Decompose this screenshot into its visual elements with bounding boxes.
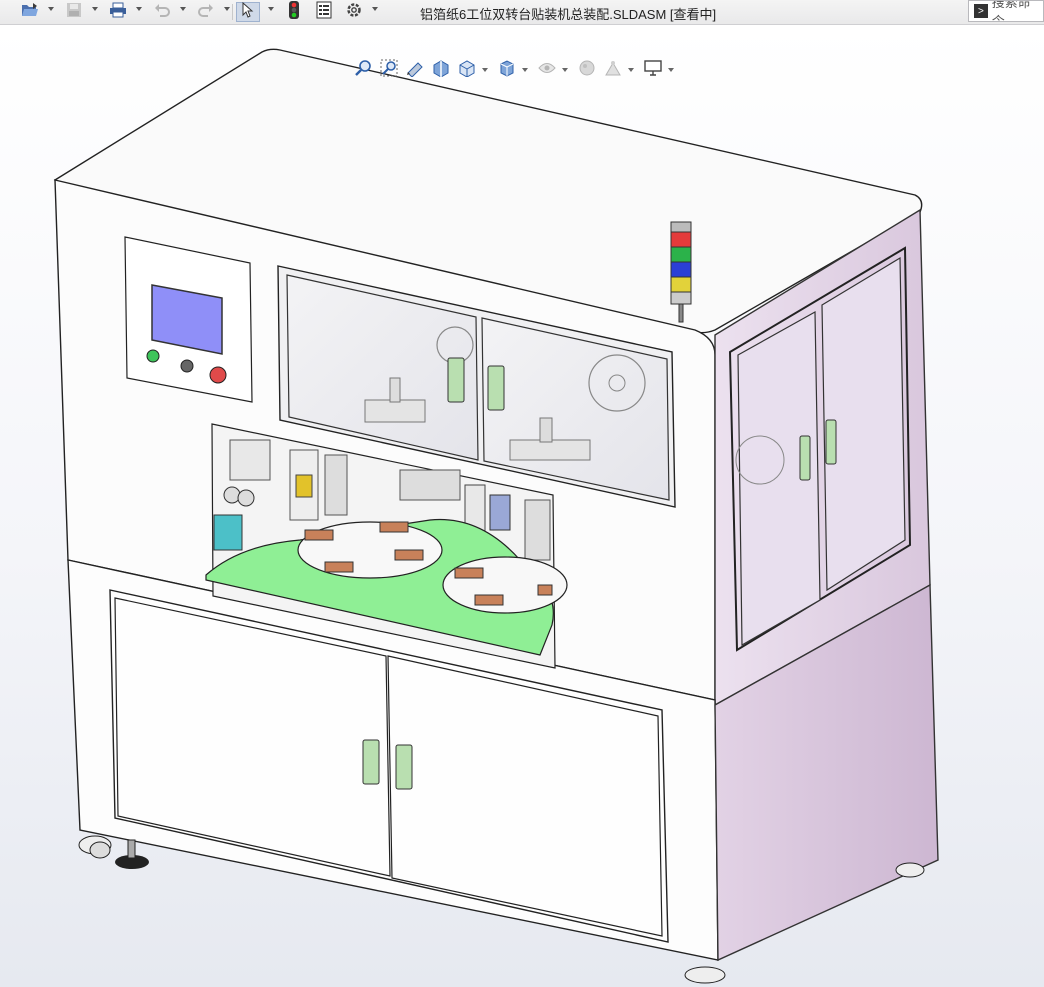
command-prompt-icon: > [974,4,988,18]
redo-dropdown-caret[interactable] [224,7,230,11]
toolbar-separator [232,4,233,20]
emergency-stop-button [209,366,227,384]
zoom-to-fit-icon [354,59,372,82]
zoom-to-area-button[interactable] [378,59,400,81]
apply-scene-button[interactable] [602,59,624,81]
lower-door-handle-left [362,739,380,785]
options-button[interactable] [342,2,366,22]
workpiece [394,549,424,561]
save-button[interactable] [62,2,86,22]
previous-view-icon [406,59,424,82]
view-settings-button[interactable] [642,59,664,81]
print-button[interactable] [106,2,130,22]
open-button[interactable] [18,2,42,22]
save-icon [66,2,82,23]
undo-icon [154,3,170,22]
hide-show-dropdown-caret[interactable] [562,68,568,72]
open-icon [21,2,39,23]
document-title: 铝箔纸6工位双转台贴装机总装配.SLDASM [查看中] [420,7,717,22]
graphics-area[interactable] [0,25,1044,987]
monitor-icon [644,59,662,81]
display-style-button[interactable] [496,59,518,81]
workpiece [379,521,409,533]
upper-door-handle-right [487,365,505,411]
redo-icon [198,3,214,22]
undo-dropdown-caret[interactable] [180,7,186,11]
open-dropdown-caret[interactable] [48,7,54,11]
rebuild-button[interactable] [282,0,306,24]
apply-scene-dropdown-caret[interactable] [628,68,634,72]
assembly-model[interactable] [0,25,1044,987]
view-orientation-dropdown-caret[interactable] [482,68,488,72]
previous-view-button[interactable] [404,59,426,81]
zoom-to-area-icon [380,59,398,82]
command-search-placeholder: 搜索命令 [991,0,1031,22]
select-button[interactable] [236,1,260,23]
select-cursor-icon [242,1,254,23]
display-style-icon [498,59,516,82]
file-properties-icon [316,1,332,24]
control-panel [124,236,253,403]
side-door-handle-left [799,435,811,481]
heads-up-view-toolbar [350,57,690,83]
file-properties-button[interactable] [312,1,336,24]
title-bar: 铝箔纸6工位双转台贴装机总装配.SLDASM [查看中] > 搜索命令 [0,0,1044,25]
appearance-icon [578,59,596,82]
scene-icon [604,59,622,82]
upper-door-handle-left [447,357,465,403]
workpiece [454,567,484,579]
print-dropdown-caret[interactable] [136,7,142,11]
traffic-light-icon [289,0,299,24]
options-dropdown-caret[interactable] [372,7,378,11]
workpiece [474,594,504,606]
workpiece [537,584,553,596]
select-dropdown-caret[interactable] [268,7,274,11]
view-orientation-icon [458,59,476,82]
edit-appearance-button[interactable] [576,59,598,81]
gear-icon [345,1,363,24]
hide-show-icon [538,61,556,80]
section-view-button[interactable] [430,59,452,81]
stop-button [180,359,194,373]
side-door-handle-right [825,419,837,465]
hide-show-items-button[interactable] [536,59,558,81]
start-button [146,349,160,363]
undo-button[interactable] [150,2,174,22]
section-view-icon [432,59,450,82]
print-icon [109,2,127,23]
redo-button[interactable] [194,2,218,22]
lower-door-handle-right [395,744,413,790]
view-orientation-button[interactable] [456,59,478,81]
zoom-to-fit-button[interactable] [352,59,374,81]
workpiece [324,561,354,573]
display-style-dropdown-caret[interactable] [522,68,528,72]
save-dropdown-caret[interactable] [92,7,98,11]
workpiece [304,529,334,541]
command-search-field[interactable]: > 搜索命令 [968,0,1044,22]
view-settings-dropdown-caret[interactable] [668,68,674,72]
